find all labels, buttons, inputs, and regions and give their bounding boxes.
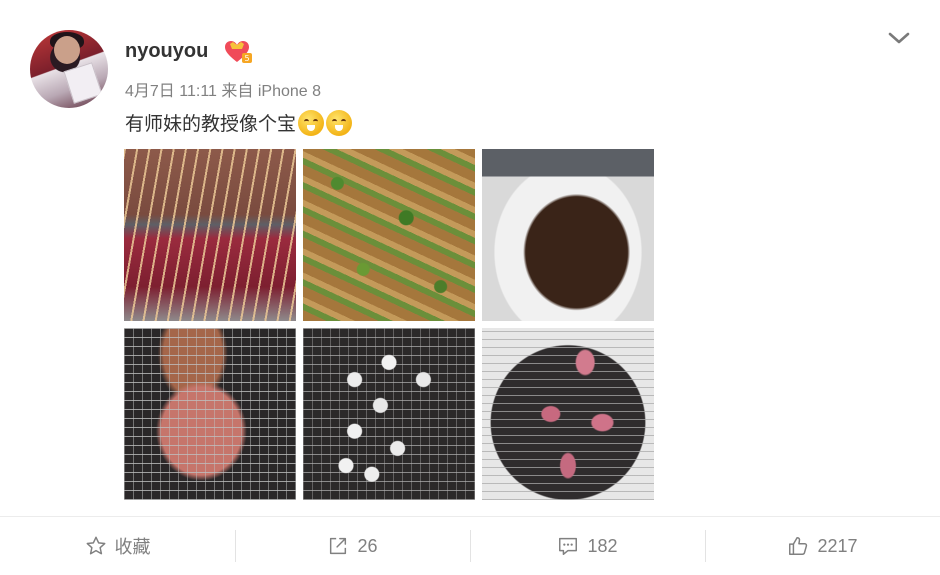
grin-emoji-icon	[326, 109, 353, 136]
weibo-post: nyouyou 5 4月7日 11:11 来自 iPhone 8 有师妹的教授像…	[0, 0, 940, 575]
photo-grilled-skewers[interactable]	[124, 149, 296, 321]
comment-count: 182	[587, 535, 618, 556]
post-meta: 4月7日 11:11 来自 iPhone 8	[125, 77, 321, 101]
like-button[interactable]: 2217	[705, 517, 940, 575]
like-count: 2217	[817, 535, 858, 556]
photo-octopus-on-grill[interactable]	[482, 328, 654, 500]
photo-white-items-on-grill[interactable]	[303, 328, 475, 500]
chevron-down-icon[interactable]	[884, 28, 914, 48]
photo-herbed-chicken-wings[interactable]	[303, 149, 475, 321]
photo-grid	[124, 149, 654, 500]
post-text: 有师妹的教授像个宝	[125, 109, 353, 136]
post-source: 来自 iPhone 8	[221, 83, 322, 100]
svg-text:5: 5	[244, 54, 249, 63]
comment-button[interactable]: 182	[470, 517, 705, 575]
share-icon	[330, 537, 347, 555]
username[interactable]: nyouyou	[125, 40, 208, 63]
comment-icon	[559, 537, 578, 555]
favorite-label: 收藏	[114, 537, 151, 557]
photo-grilled-beef-strips[interactable]	[482, 149, 654, 321]
action-bar: 收藏 26 182 2217	[0, 517, 940, 575]
photo-meat-skewers-on-grill[interactable]	[124, 328, 296, 500]
vip-heart-icon: 5	[225, 41, 252, 63]
avatar[interactable]	[30, 30, 108, 108]
favorite-button[interactable]: 收藏	[0, 517, 235, 575]
grin-emoji-icon	[298, 109, 325, 136]
post-text-content: 有师妹的教授像个宝	[125, 113, 297, 135]
post-date[interactable]: 4月7日	[125, 83, 175, 100]
star-icon	[86, 536, 105, 555]
share-button[interactable]: 26	[235, 517, 470, 575]
thumbs-up-icon	[789, 537, 808, 555]
post-time[interactable]: 11:11	[179, 83, 217, 100]
share-count: 26	[357, 535, 378, 556]
